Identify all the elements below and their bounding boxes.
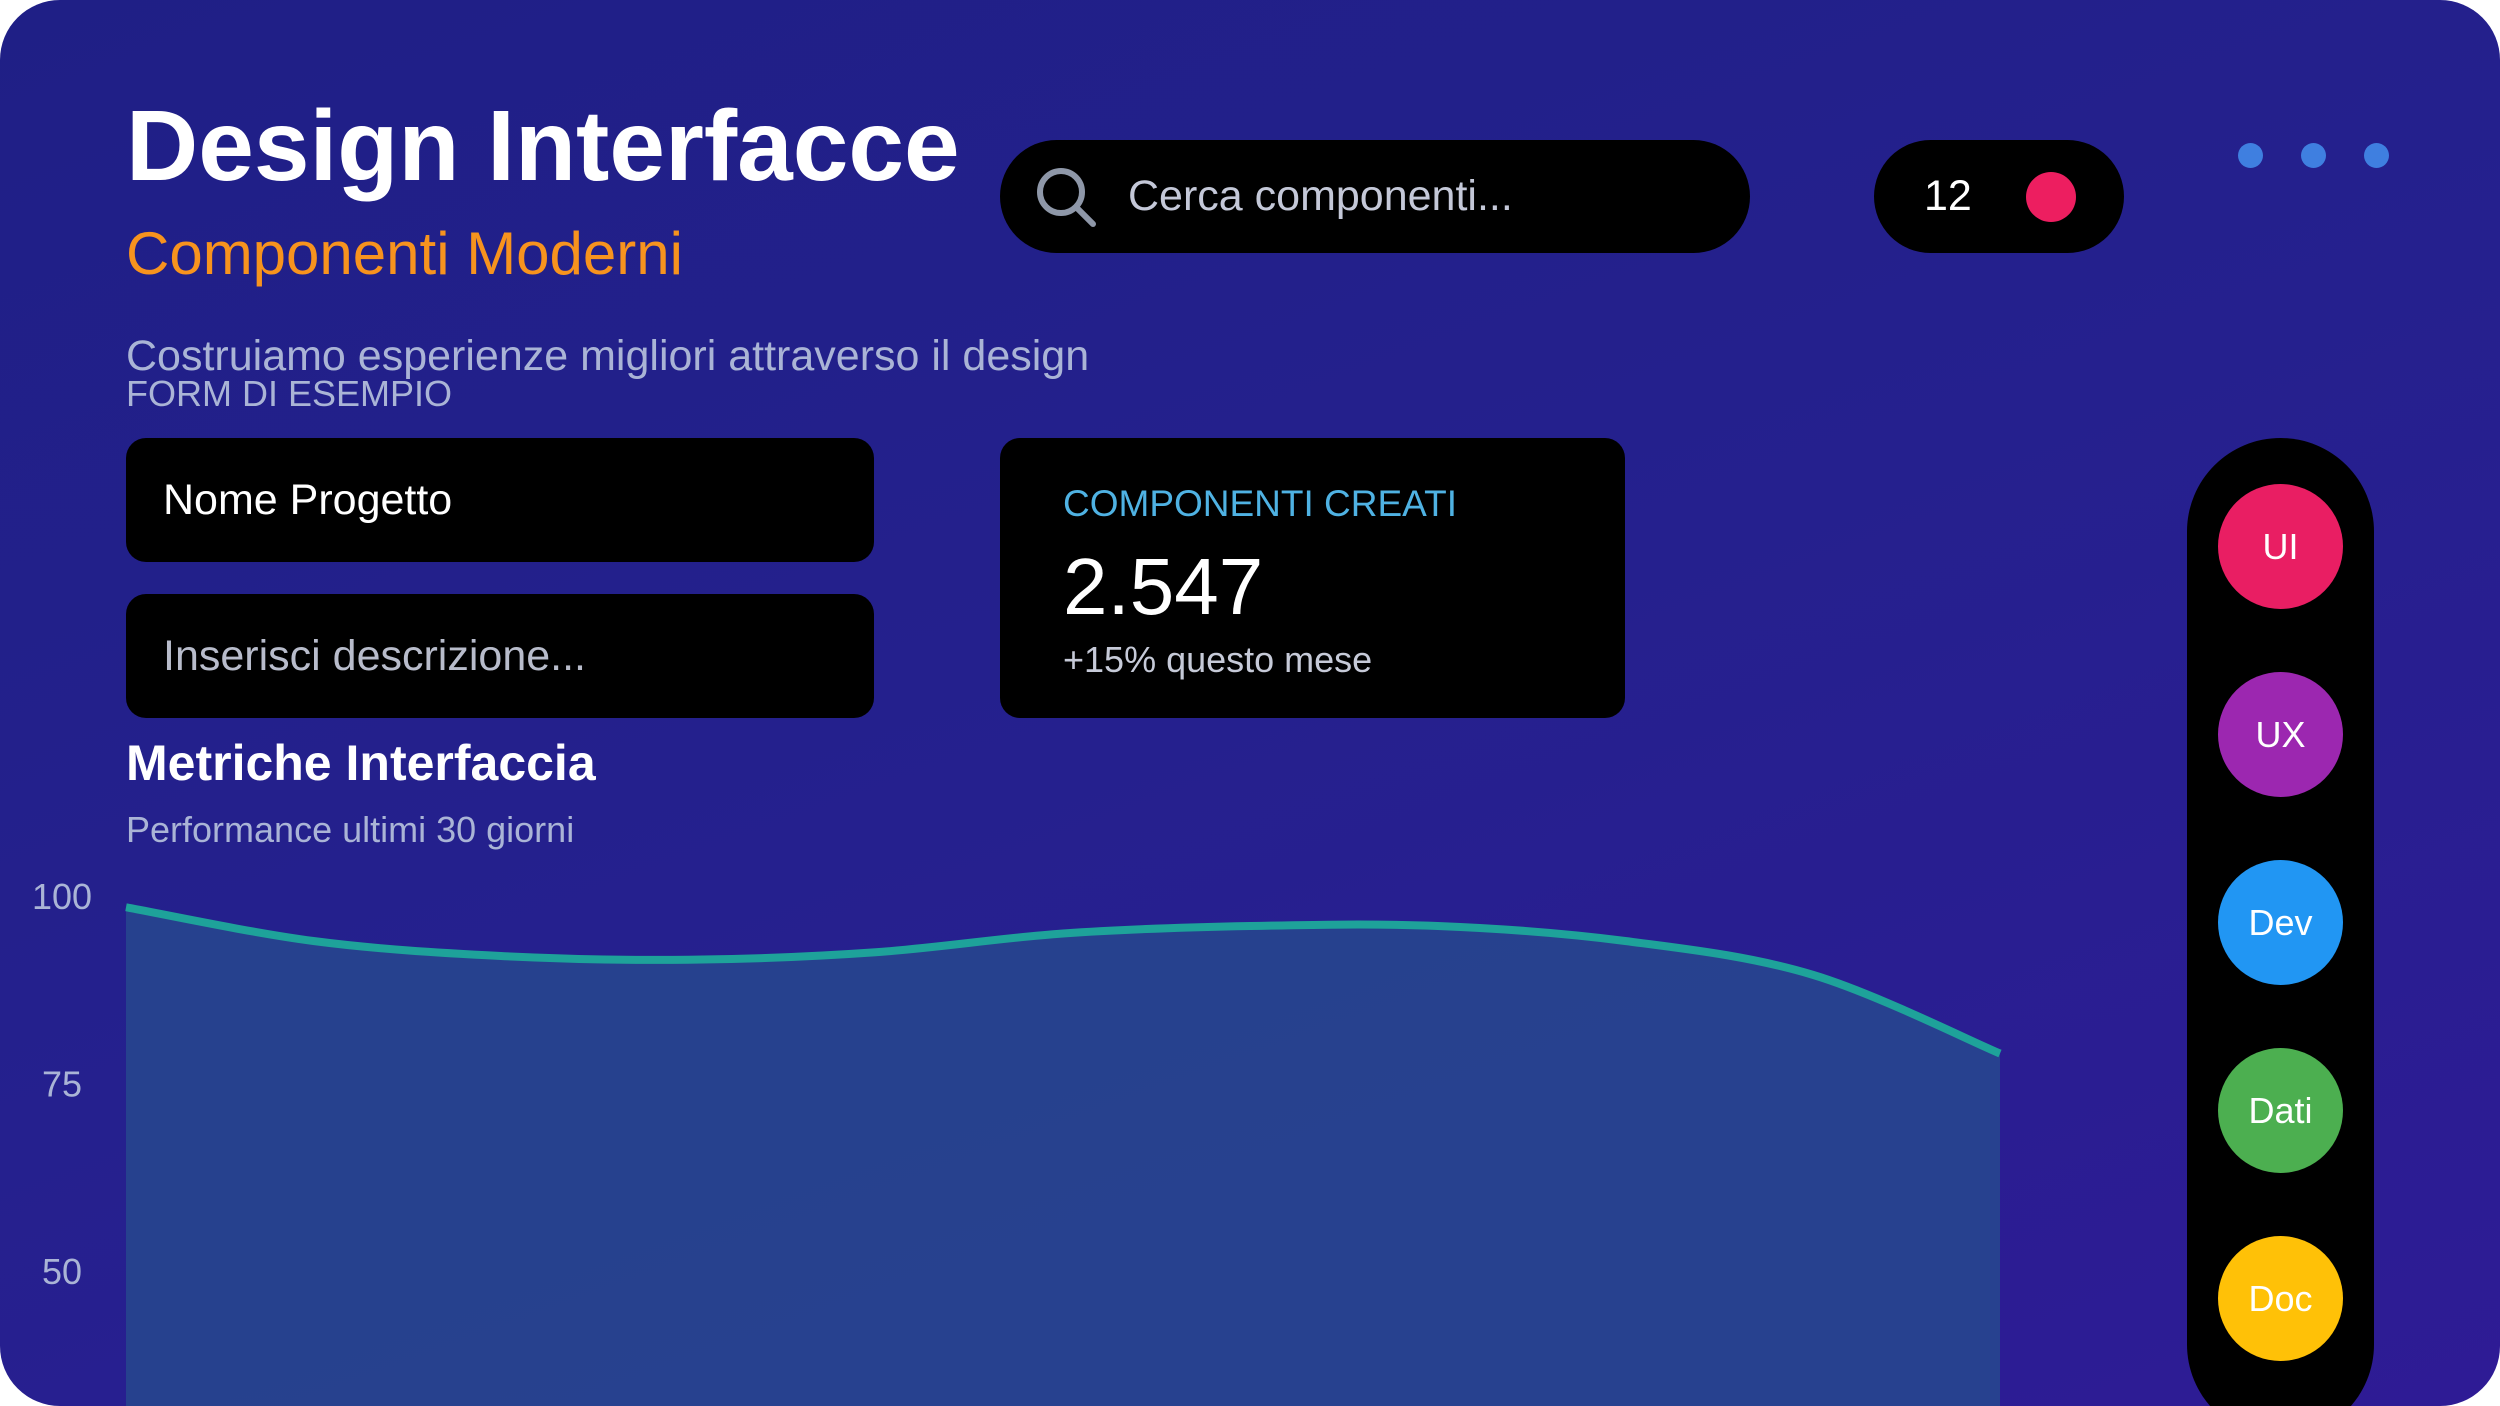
description-placeholder: Inserisci descrizione... xyxy=(163,631,586,680)
metrics-chart: 100 75 50 xyxy=(32,876,2002,1406)
category-ux-button[interactable]: UX xyxy=(2218,672,2343,797)
app-window: Design Interfacce Componenti Moderni Cos… xyxy=(0,0,2500,1406)
stat-card: COMPONENTI CREATI 2.547 +15% questo mese xyxy=(1000,438,1625,718)
more-menu-button[interactable] xyxy=(2238,143,2389,168)
category-dati-button[interactable]: Dati xyxy=(2218,1048,2343,1173)
category-doc-button[interactable]: Doc xyxy=(2218,1236,2343,1361)
category-dev-button[interactable]: Dev xyxy=(2218,860,2343,985)
description-field[interactable]: Inserisci descrizione... xyxy=(126,594,874,718)
search-bar[interactable]: Cerca componenti... xyxy=(1000,140,1750,253)
dot-icon xyxy=(2301,143,2326,168)
y-tick-label: 100 xyxy=(32,876,92,917)
stat-label: COMPONENTI CREATI xyxy=(1063,483,1457,524)
project-name-value: Nome Progetto xyxy=(163,475,453,524)
y-tick-label: 50 xyxy=(42,1251,82,1292)
category-sidebar: UI UX Dev Dati Doc xyxy=(2187,438,2374,1406)
dot-icon xyxy=(2238,143,2263,168)
chart-area xyxy=(126,907,2000,1406)
search-icon xyxy=(1037,167,1096,227)
y-tick-label: 75 xyxy=(42,1064,82,1105)
form-label: FORM DI ESEMPIO xyxy=(126,373,453,414)
tagline: Costruiamo esperienze migliori attravers… xyxy=(126,332,1090,380)
stat-change: +15% questo mese xyxy=(1063,639,1373,680)
notification-badge[interactable]: 12 xyxy=(1874,140,2124,253)
notification-dot-icon xyxy=(2025,171,2076,222)
metrics-title: Metriche Interfaccia xyxy=(126,735,596,791)
notification-count: 12 xyxy=(1924,172,1972,220)
page-subtitle: Componenti Moderni xyxy=(126,220,683,287)
metrics-subtitle: Performance ultimi 30 giorni xyxy=(126,809,575,850)
stat-value: 2.547 xyxy=(1063,542,1264,631)
project-name-field[interactable]: Nome Progetto xyxy=(126,438,874,562)
search-input[interactable]: Cerca componenti... xyxy=(1128,172,1513,221)
dot-icon xyxy=(2364,143,2389,168)
page-title: Design Interfacce xyxy=(126,90,960,202)
category-ui-button[interactable]: UI xyxy=(2218,484,2343,609)
